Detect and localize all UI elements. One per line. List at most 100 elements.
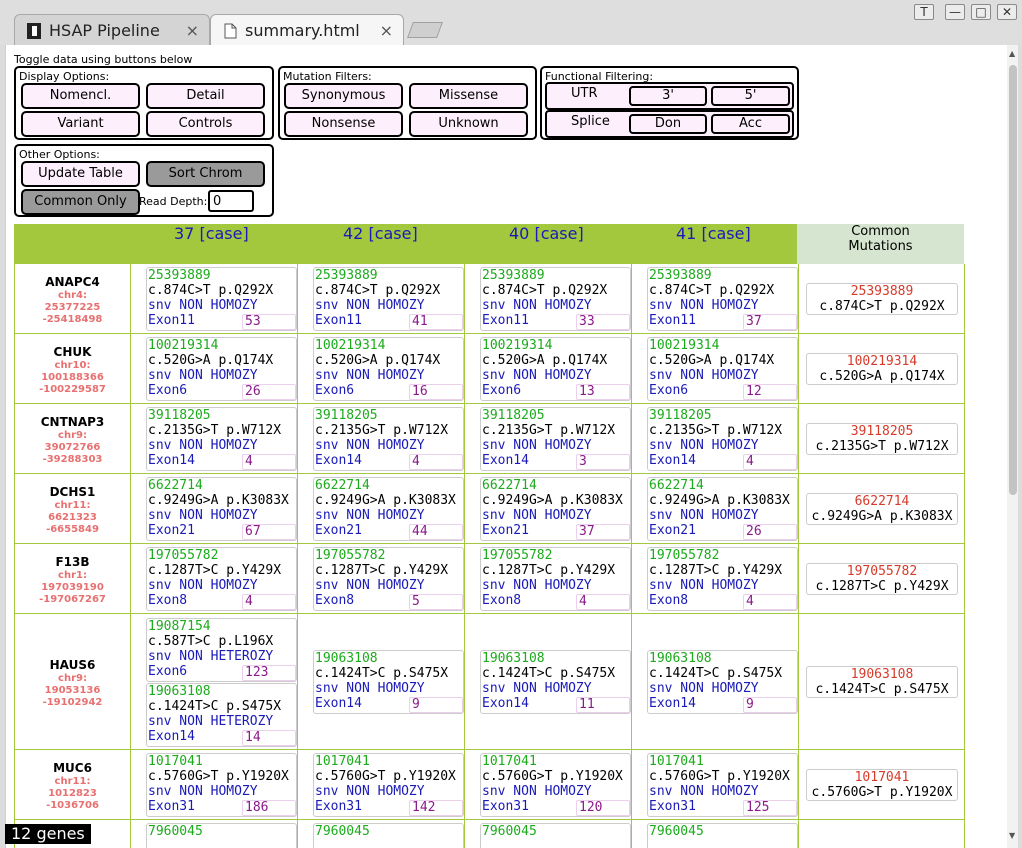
new-tab-button[interactable] xyxy=(407,22,443,38)
mutation-card[interactable]: 1017041 c.5760G>T p.Y1920X snv NON HOMOZY E… xyxy=(480,753,631,817)
tab-summary[interactable]: summary.html × xyxy=(210,14,404,45)
mutation-card[interactable]: 1017041 c.5760G>T p.Y1920X snv NON HOMOZY E… xyxy=(146,753,297,817)
splice-filter[interactable]: Splice Don Acc xyxy=(545,110,794,138)
detail-button[interactable]: Detail xyxy=(146,83,265,109)
gene-name[interactable]: ANAPC4 xyxy=(15,275,130,289)
mutation-card[interactable]: 197055782 c.1287T>C p.Y429X snv NON HOMOZY… xyxy=(146,547,297,611)
sort-chrom-button[interactable]: Sort Chrom xyxy=(146,161,265,187)
donor-button[interactable]: Don xyxy=(629,114,707,134)
scrollbar-thumb[interactable] xyxy=(1009,65,1017,495)
controls-button[interactable]: Controls xyxy=(146,111,265,137)
mutation-card[interactable]: 39118205 c.2135G>T p.W712X snv NON HOMOZY E… xyxy=(313,407,464,471)
close-icon[interactable]: × xyxy=(186,21,199,40)
close-icon[interactable]: × xyxy=(380,21,393,40)
mutation-card[interactable]: 39118205 c.2135G>T p.W712X snv NON HOMOZY E… xyxy=(647,407,798,471)
minimize-button[interactable]: — xyxy=(945,4,965,20)
mutation-card[interactable]: 19063108 c.1424T>C p.S475X snv NON HETEROZ… xyxy=(146,682,297,747)
common-only-button[interactable]: Common Only xyxy=(21,189,140,215)
nomencl-button[interactable]: Nomencl. xyxy=(21,83,140,109)
mutation-card[interactable]: 25393889 c.874C>T p.Q292X snv NON HOMOZY Ex… xyxy=(146,267,297,331)
mutation-change: c.1424T>C p.S475X xyxy=(148,698,282,714)
mutation-card[interactable]: 19063108 c.1424T>C p.S475X snv NON HOMOZY E… xyxy=(647,650,798,714)
common-mutation-card[interactable]: 1017041 c.5760G>T p.Y1920X xyxy=(806,769,958,801)
acceptor-button[interactable]: Acc xyxy=(711,114,790,134)
gene-location: chr11: 1012823 -1036706 xyxy=(15,776,130,812)
mutation-card[interactable]: 197055782 c.1287T>C p.Y429X snv NON HOMOZY… xyxy=(480,547,631,611)
mutation-card[interactable]: 1017041 c.5760G>T p.Y1920X snv NON HOMOZY E… xyxy=(313,753,464,817)
gene-start: 100188366 xyxy=(41,372,104,383)
mutation-position: 25393889 xyxy=(482,268,545,283)
mutation-card[interactable]: 19063108 c.1424T>C p.S475X snv NON HOMOZY E… xyxy=(480,650,631,714)
common-mutation-card[interactable]: 197055782 c.1287T>C p.Y429X xyxy=(806,563,958,595)
mutation-card[interactable]: 7960045 xyxy=(146,823,297,848)
group-title: Display Options: xyxy=(19,70,110,83)
mutation-card[interactable]: 7960045 xyxy=(647,823,798,848)
common-mutation-card[interactable]: 19063108 c.1424T>C p.S475X xyxy=(806,666,958,698)
mutation-change: c.1424T>C p.S475X xyxy=(315,666,449,681)
mutation-card[interactable]: 6622714 c.9249G>A p.K3083X snv NON HOMOZY E… xyxy=(313,477,464,541)
mutation-card[interactable]: 19063108 c.1424T>C p.S475X snv NON HOMOZY E… xyxy=(313,650,464,714)
mutation-card[interactable]: 25393889 c.874C>T p.Q292X snv NON HOMOZY Ex… xyxy=(480,267,631,331)
mutation-type: snv NON HOMOZY xyxy=(148,438,258,453)
mutation-card[interactable]: 1017041 c.5760G>T p.Y1920X snv NON HOMOZY E… xyxy=(647,753,798,817)
mutation-card[interactable]: 39118205 c.2135G>T p.W712X snv NON HOMOZY E… xyxy=(480,407,631,471)
common-mutation-card[interactable]: 6622714 c.9249G>A p.K3083X xyxy=(806,493,958,525)
mutation-exon: Exon14 xyxy=(148,453,195,468)
mutation-position: 19063108 xyxy=(482,651,545,666)
gene-name[interactable]: CHUK xyxy=(15,345,130,359)
mutation-card[interactable]: 100219314 c.520G>A p.Q174X snv NON HOMOZY E… xyxy=(146,337,297,401)
gene-row: HAUS6 chr9: 19053136 -19102942 19087154 c.587… xyxy=(14,614,965,750)
scrollbar[interactable]: ▲ ▼ xyxy=(1007,45,1018,848)
mutation-card[interactable]: 7960045 xyxy=(480,823,631,848)
read-depth-input[interactable] xyxy=(208,190,254,212)
missense-button[interactable]: Missense xyxy=(409,83,528,109)
mutation-card[interactable]: 197055782 c.1287T>C p.Y429X snv NON HOMOZY… xyxy=(313,547,464,611)
mutation-card[interactable]: 100219314 c.520G>A p.Q174X snv NON HOMOZY E… xyxy=(313,337,464,401)
common-mutation-card[interactable]: 25393889 c.874C>T p.Q292X xyxy=(806,283,958,315)
mutation-exon: Exon14 xyxy=(649,453,696,468)
mutation-card[interactable]: 197055782 c.1287T>C p.Y429X snv NON HOMOZY… xyxy=(647,547,798,611)
tab-hsap-pipeline[interactable]: HSAP Pipeline × xyxy=(14,14,210,45)
column-divider xyxy=(798,334,799,403)
mutation-card[interactable]: 100219314 c.520G>A p.Q174X snv NON HOMOZY E… xyxy=(647,337,798,401)
nonsense-button[interactable]: Nonsense xyxy=(284,111,403,137)
mutation-card[interactable]: 25393889 c.874C>T p.Q292X snv NON HOMOZY Ex… xyxy=(647,267,798,331)
common-change: c.1287T>C p.Y429X xyxy=(815,579,949,594)
unknown-button[interactable]: Unknown xyxy=(409,111,528,137)
gene-row: F13B chr1: 197039190 -197067267 197055782 c.1… xyxy=(14,544,965,614)
mutation-type: snv NON HOMOZY xyxy=(482,368,592,383)
gene-name[interactable]: F13B xyxy=(15,555,130,569)
maximize-button[interactable]: □ xyxy=(971,4,991,20)
common-mutation-card[interactable]: 100219314 c.520G>A p.Q174X xyxy=(806,353,958,385)
mutation-card[interactable]: 7960045 xyxy=(313,823,464,848)
utr5-button[interactable]: 5' xyxy=(711,86,790,106)
gene-name[interactable]: HAUS6 xyxy=(15,658,130,672)
gene-location: chr11: 6621323 -6655849 xyxy=(15,500,130,536)
mutation-card[interactable]: 6622714 c.9249G>A p.K3083X snv NON HOMOZY E… xyxy=(146,477,297,541)
variant-button[interactable]: Variant xyxy=(21,111,140,137)
scroll-up-icon[interactable]: ▲ xyxy=(1009,49,1015,58)
column-divider xyxy=(631,334,632,403)
gene-end: -25418498 xyxy=(42,314,103,325)
synonymous-button[interactable]: Synonymous xyxy=(284,83,403,109)
mutation-card[interactable]: 19087154 c.587T>C p.L196X snv NON HETEROZY… xyxy=(146,617,297,682)
gene-name[interactable]: MUC6 xyxy=(15,761,130,775)
close-window-button[interactable]: ✕ xyxy=(997,4,1017,20)
profile-button[interactable]: T xyxy=(914,4,934,20)
utr3-button[interactable]: 3' xyxy=(629,86,707,106)
mutation-card[interactable]: 25393889 c.874C>T p.Q292X snv NON HOMOZY Ex… xyxy=(313,267,464,331)
mutation-change: c.1287T>C p.Y429X xyxy=(482,563,616,578)
mutation-type: snv NON HOMOZY xyxy=(482,578,592,593)
mutation-card[interactable]: 39118205 c.2135G>T p.W712X snv NON HOMOZY E… xyxy=(146,407,297,471)
common-mutation-card[interactable]: 39118205 c.2135G>T p.W712X xyxy=(806,423,958,455)
mutation-card[interactable]: 6622714 c.9249G>A p.K3083X snv NON HOMOZY E… xyxy=(480,477,631,541)
utr-filter[interactable]: UTR 3' 5' xyxy=(545,82,794,110)
gene-name[interactable]: CNTNAP3 xyxy=(15,415,130,429)
scroll-down-icon[interactable]: ▼ xyxy=(1009,831,1015,840)
gene-name[interactable]: DCHS1 xyxy=(15,485,130,499)
update-table-button[interactable]: Update Table xyxy=(21,161,140,187)
mutation-type: snv NON HOMOZY xyxy=(148,578,258,593)
mutation-card[interactable]: 6622714 c.9249G>A p.K3083X snv NON HOMOZY E… xyxy=(647,477,798,541)
mutation-card[interactable]: 100219314 c.520G>A p.Q174X snv NON HOMOZY E… xyxy=(480,337,631,401)
mutation-type: snv NON HOMOZY xyxy=(315,368,425,383)
